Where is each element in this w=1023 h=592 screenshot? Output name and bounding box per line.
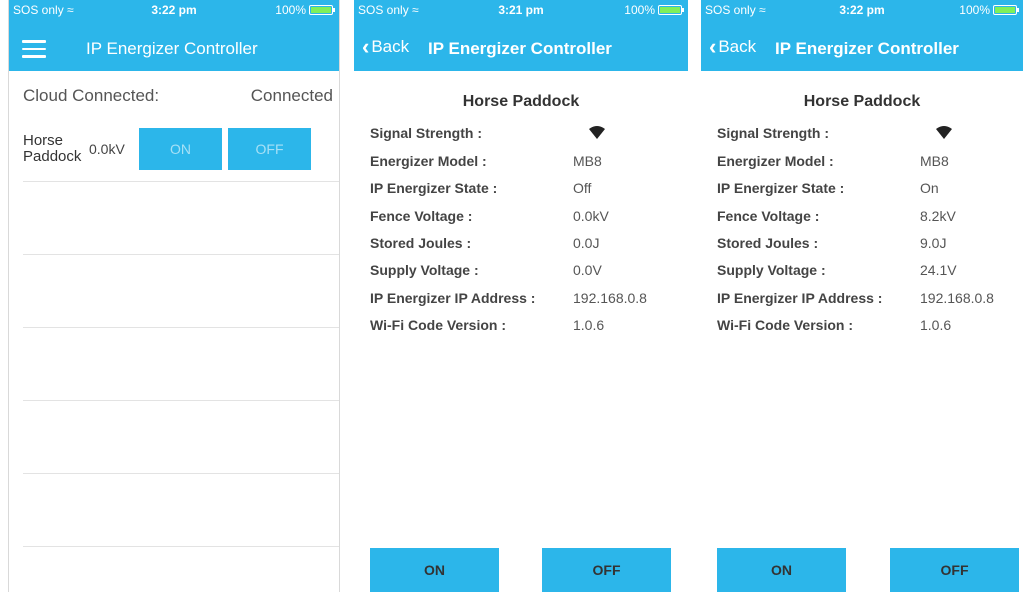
status-bar: SOS only ≈ 3:21 pm 100%	[354, 0, 688, 20]
supply-label: Supply Voltage :	[370, 262, 479, 278]
wifi-version-label: Wi-Fi Code Version :	[717, 317, 853, 333]
state-value: On	[920, 180, 939, 196]
joules-label: Stored Joules :	[370, 235, 472, 251]
status-bar: SOS only ≈ 3:22 pm 100%	[701, 0, 1023, 20]
model-label: Energizer Model :	[717, 153, 834, 169]
signal-label: Signal Strength :	[370, 125, 482, 141]
status-bar: SOS only ≈ 3:22 pm 100%	[9, 0, 339, 20]
on-button[interactable]: ON	[717, 548, 846, 592]
nav-title: IP Energizer Controller	[428, 39, 612, 58]
device-list-screen: SOS only ≈ 3:22 pm 100% IP Energizer Con…	[8, 0, 340, 592]
nav-title: IP Energizer Controller	[86, 39, 258, 58]
list-separator	[23, 400, 339, 401]
battery-indicator: 100%	[275, 3, 335, 17]
cloud-status-row: Cloud Connected: Connected	[23, 86, 333, 106]
state-value: Off	[573, 180, 592, 196]
battery-icon	[309, 5, 335, 15]
fence-voltage-value: 0.0kV	[573, 208, 609, 224]
supply-value: 24.1V	[920, 262, 957, 278]
ip-label: IP Energizer IP Address :	[717, 290, 883, 306]
ip-label: IP Energizer IP Address :	[370, 290, 536, 306]
model-value: MB8	[920, 153, 949, 169]
cloud-label: Cloud Connected:	[23, 86, 160, 105]
state-label: IP Energizer State :	[370, 180, 498, 196]
joules-label: Stored Joules :	[717, 235, 819, 251]
device-title: Horse Paddock	[462, 93, 580, 110]
fence-voltage-value: 8.2kV	[920, 208, 956, 224]
back-button[interactable]: ‹ Back	[709, 34, 757, 59]
ip-value: 192.168.0.8	[920, 290, 994, 306]
model-label: Energizer Model :	[370, 153, 487, 169]
list-separator	[23, 473, 339, 474]
list-separator	[23, 181, 339, 182]
off-button[interactable]: OFF	[542, 548, 671, 592]
device-voltage: 0.0kV	[89, 141, 125, 157]
joules-value: 9.0J	[920, 235, 947, 251]
cloud-value: Connected	[250, 86, 333, 105]
device-row[interactable]: Horse Paddock 0.0kV ON OFF	[23, 128, 339, 170]
fence-voltage-label: Fence Voltage :	[370, 208, 473, 224]
off-button[interactable]: OFF	[890, 548, 1019, 592]
battery-icon	[658, 5, 684, 15]
nav-bar: SOS only ≈ 3:22 pm 100% ‹ Back IP Energiz…	[701, 0, 1023, 71]
back-label: Back	[718, 37, 757, 56]
wifi-version-label: Wi-Fi Code Version :	[370, 317, 506, 333]
wifi-signal-icon	[936, 126, 952, 139]
wifi-signal-icon	[589, 126, 605, 139]
chevron-left-icon: ‹	[362, 34, 370, 59]
device-title: Horse Paddock	[803, 93, 921, 110]
device-detail-screen-on: SOS only ≈ 3:22 pm 100% ‹ Back IP Energiz…	[701, 0, 1023, 592]
signal-label: Signal Strength :	[717, 125, 829, 141]
list-separator	[23, 546, 339, 547]
supply-value: 0.0V	[573, 262, 602, 278]
device-detail-screen-off: SOS only ≈ 3:21 pm 100% ‹ Back IP Energiz…	[354, 0, 688, 592]
nav-bar: SOS only ≈ 3:21 pm 100% ‹ Back IP Energiz…	[354, 0, 688, 71]
ip-value: 192.168.0.8	[573, 290, 647, 306]
joules-value: 0.0J	[573, 235, 600, 251]
wifi-version-value: 1.0.6	[920, 317, 952, 333]
battery-indicator: 100%	[959, 3, 1019, 17]
nav-title: IP Energizer Controller	[775, 39, 959, 58]
back-button[interactable]: ‹ Back	[362, 34, 410, 59]
menu-icon[interactable]	[22, 40, 46, 58]
device-off-button[interactable]: OFF	[228, 128, 311, 170]
on-button[interactable]: ON	[370, 548, 499, 592]
supply-label: Supply Voltage :	[717, 262, 826, 278]
state-label: IP Energizer State :	[717, 180, 845, 196]
fence-voltage-label: Fence Voltage :	[717, 208, 820, 224]
battery-icon	[993, 5, 1019, 15]
list-separator	[23, 327, 339, 328]
battery-indicator: 100%	[624, 3, 684, 17]
list-separator	[23, 254, 339, 255]
device-name: Horse Paddock	[23, 132, 82, 165]
wifi-version-value: 1.0.6	[573, 317, 605, 333]
chevron-left-icon: ‹	[709, 34, 717, 59]
nav-bar: SOS only ≈ 3:22 pm 100% IP Energizer Con…	[9, 0, 339, 71]
model-value: MB8	[573, 153, 602, 169]
device-on-button[interactable]: ON	[139, 128, 222, 170]
back-label: Back	[371, 37, 410, 56]
